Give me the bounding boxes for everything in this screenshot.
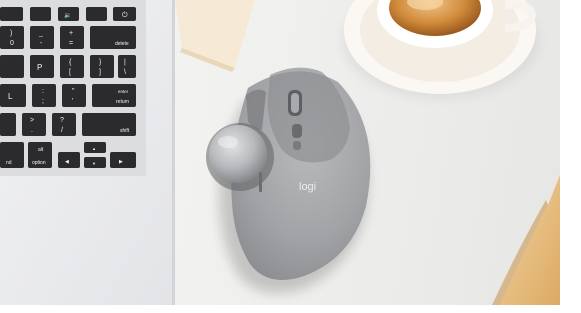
key-label: alt	[38, 147, 44, 153]
key-label: )	[10, 30, 12, 37]
key-volume-icon: 🔉	[64, 12, 71, 19]
key-label: enter	[118, 89, 129, 94]
wood-object	[492, 175, 560, 305]
key-label: option	[32, 160, 46, 166]
key-label: +	[69, 30, 73, 37]
key-label: /	[61, 127, 63, 134]
key-label: |	[124, 59, 126, 66]
key-label: nd	[6, 160, 12, 166]
forward-button	[292, 124, 302, 138]
key-label: .	[31, 127, 33, 134]
back-button	[293, 141, 301, 150]
key-label: delete	[115, 41, 129, 47]
notebook	[175, 0, 255, 72]
logi-logo: logi	[299, 181, 316, 193]
photo-scene: ⏻ 🔉 ) 0 _ - + = delete P { [ } ] | \ L:…	[0, 0, 581, 313]
key-label: \	[124, 69, 126, 76]
key-label: =	[69, 40, 73, 47]
key-label: ;	[42, 98, 44, 105]
key-label: return	[116, 99, 129, 105]
key-label: :	[42, 88, 44, 95]
key-label: L	[8, 92, 13, 101]
key-delete	[90, 26, 136, 49]
trackball-mouse: logi	[206, 67, 371, 293]
coffee-cup	[342, 0, 538, 98]
key-label: shift	[120, 128, 130, 134]
key-label: ◀	[65, 159, 69, 165]
trackball	[209, 125, 267, 183]
key-label: ▲	[92, 146, 96, 151]
key-label: [	[69, 69, 71, 76]
key-power-icon: ⏻	[122, 11, 128, 19]
key-label: ▼	[92, 161, 96, 166]
frame-edge-right	[560, 0, 581, 313]
key-label: ?	[60, 117, 64, 124]
key-label: '	[72, 98, 73, 105]
key-label: ]	[99, 69, 101, 76]
key-label: P	[37, 63, 42, 72]
key-label: _	[38, 30, 43, 37]
scene-illustration: ⏻ 🔉 ) 0 _ - + = delete P { [ } ] | \ L:…	[0, 0, 560, 305]
key-label: 0	[10, 40, 14, 47]
frame-edge-bottom	[0, 305, 581, 313]
key-label: ▶	[119, 159, 123, 165]
key-label: >	[30, 117, 34, 124]
